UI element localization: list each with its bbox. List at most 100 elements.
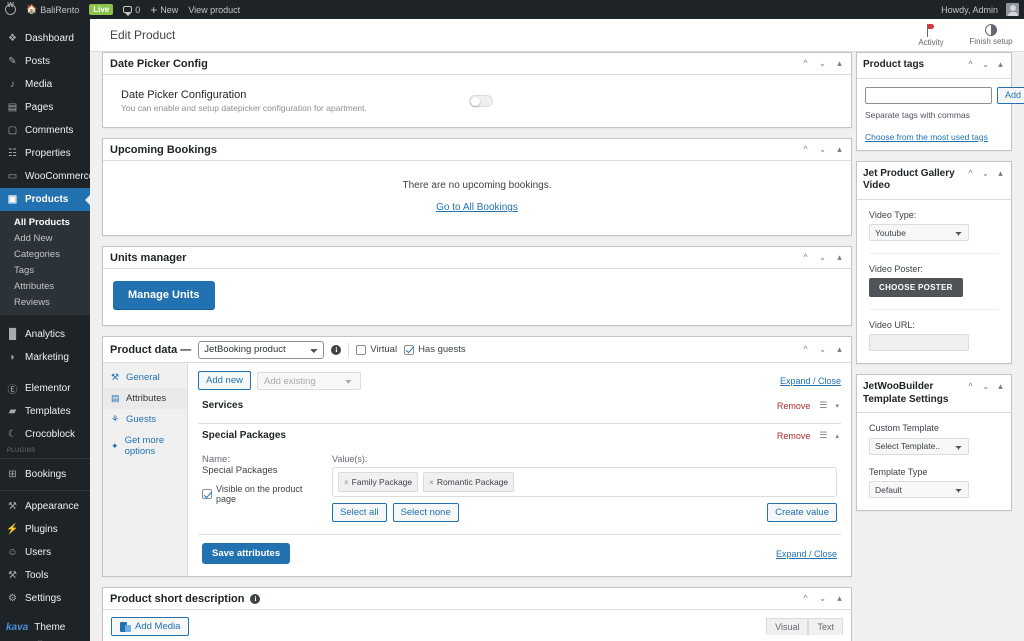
add-existing-attribute-select[interactable]: Add existing	[256, 371, 361, 390]
panel-header[interactable]: Product short description i ^ ⌄ ▴	[103, 588, 851, 610]
move-down-icon[interactable]: ⌄	[981, 60, 990, 69]
submenu-item-categories[interactable]: Categories	[0, 246, 90, 262]
product-tags-input[interactable]	[865, 86, 992, 104]
add-media-button[interactable]: Add Media	[111, 617, 190, 636]
video-type-select[interactable]: YoutubeVimeoSelf hosted	[869, 224, 969, 241]
sidebar-item-settings[interactable]: ⚙ Settings	[0, 587, 90, 610]
submenu-item-tags[interactable]: Tags	[0, 262, 90, 278]
attribute-values-input[interactable]: × Family Package × Romantic Package	[332, 467, 837, 497]
info-icon[interactable]: i	[250, 593, 261, 604]
move-down-icon[interactable]: ⌄	[818, 145, 827, 154]
tab-text[interactable]: Text	[808, 618, 843, 635]
move-up-icon[interactable]: ^	[966, 168, 975, 178]
comments-menu[interactable]: 0	[118, 0, 145, 19]
collapse-attribute-icon[interactable]: ▴	[835, 432, 839, 440]
sidebar-item-products[interactable]: ▣ Products	[0, 188, 90, 211]
manage-units-button[interactable]: Manage Units	[113, 281, 215, 309]
sidebar-item-appearance[interactable]: ⚒ Appearance	[0, 495, 90, 518]
product-data-tab-guests[interactable]: ⚘ Guests	[103, 409, 187, 430]
wordpress-logo-menu[interactable]	[0, 0, 21, 19]
toggle-panel-icon[interactable]: ▴	[996, 60, 1005, 69]
tab-visual[interactable]: Visual	[766, 618, 809, 635]
submenu-item-add-new[interactable]: Add New	[0, 230, 90, 246]
sidebar-item-pages[interactable]: ▤ Pages	[0, 96, 90, 119]
move-up-icon[interactable]: ^	[801, 594, 810, 603]
toggle-panel-icon[interactable]: ▴	[835, 253, 844, 262]
drag-handle-icon[interactable]: ☰	[819, 400, 827, 411]
sidebar-item-crocoblock[interactable]: ☾ Crocoblock	[0, 423, 90, 446]
move-up-icon[interactable]: ^	[801, 253, 810, 262]
custom-template-select[interactable]: Select Template..	[869, 437, 969, 455]
panel-header[interactable]: Upcoming Bookings ^ ⌄ ▴	[103, 139, 851, 161]
widget-header[interactable]: Product tags ^ ⌄ ▴	[857, 53, 1011, 79]
activity-button[interactable]: Activity	[908, 23, 954, 47]
add-tag-button[interactable]: Add	[997, 86, 1024, 104]
toggle-panel-icon[interactable]: ▴	[835, 145, 844, 154]
move-up-icon[interactable]: ^	[801, 345, 810, 354]
sidebar-item-plugins[interactable]: ⚡ Plugins	[0, 518, 90, 541]
product-type-select[interactable]: JetBooking productSimple productGrouped …	[198, 340, 325, 359]
visible-on-product-page-checkbox[interactable]: Visible on the product page	[202, 484, 320, 504]
sidebar-item-media[interactable]: ♪ Media	[0, 73, 90, 96]
product-data-tab-attributes[interactable]: ▤ Attributes	[103, 388, 187, 409]
toggle-panel-icon[interactable]: ▴	[835, 345, 844, 354]
submenu-item-reviews[interactable]: Reviews	[0, 294, 90, 310]
expand-close-link-top[interactable]: Expand / Close	[780, 376, 841, 386]
most-used-tags-link[interactable]: Choose from the most used tags	[865, 132, 1003, 142]
sidebar-item-templates[interactable]: ▰ Templates	[0, 400, 90, 423]
sidebar-item-bookings[interactable]: ⊞ Bookings	[0, 463, 90, 486]
choose-poster-button[interactable]: CHOOSE POSTER	[869, 278, 963, 297]
video-url-input[interactable]	[869, 334, 969, 351]
user-account-menu[interactable]: Howdy, Admin	[936, 0, 1024, 19]
drag-handle-icon[interactable]: ☰	[819, 430, 827, 441]
template-type-select[interactable]: DefaultCustom	[869, 481, 969, 498]
sidebar-item-dashboard[interactable]: ❖ Dashboard	[0, 27, 90, 50]
toggle-panel-icon[interactable]: ▴	[835, 594, 844, 603]
attribute-value-token[interactable]: × Family Package	[338, 472, 419, 492]
sidebar-item-woocommerce[interactable]: ▭ WooCommerce	[0, 165, 90, 188]
move-down-icon[interactable]: ⌄	[818, 345, 827, 354]
go-to-all-bookings-link[interactable]: Go to All Bookings	[113, 202, 841, 213]
move-up-icon[interactable]: ^	[801, 145, 810, 154]
datepicker-toggle-switch[interactable]	[469, 95, 493, 107]
move-down-icon[interactable]: ⌄	[818, 253, 827, 262]
select-all-button[interactable]: Select all	[332, 503, 387, 522]
remove-attribute-link[interactable]: Remove	[777, 401, 811, 411]
create-value-button[interactable]: Create value	[767, 503, 837, 522]
sidebar-item-posts[interactable]: ✎ Posts	[0, 50, 90, 73]
widget-header[interactable]: Jet Product Gallery Video ^ ⌄ ▴	[857, 162, 1011, 200]
sidebar-item-analytics[interactable]: █ Analytics	[0, 323, 90, 346]
sidebar-item-theme[interactable]: kava Theme	[0, 616, 90, 639]
remove-token-icon[interactable]: ×	[344, 478, 349, 487]
move-down-icon[interactable]: ⌄	[981, 382, 990, 391]
sidebar-item-elementor[interactable]: Ⓔ Elementor	[0, 377, 90, 400]
toggle-panel-icon[interactable]: ▴	[996, 168, 1005, 178]
remove-attribute-link[interactable]: Remove	[777, 431, 811, 441]
panel-header[interactable]: Date Picker Config ^ ⌄ ▴	[103, 53, 851, 75]
sidebar-item-tools[interactable]: ⚒ Tools	[0, 564, 90, 587]
select-none-button[interactable]: Select none	[392, 503, 459, 522]
move-up-icon[interactable]: ^	[966, 382, 975, 391]
attribute-value-token[interactable]: × Romantic Package	[423, 472, 515, 492]
move-up-icon[interactable]: ^	[966, 60, 975, 69]
move-down-icon[interactable]: ⌄	[981, 168, 990, 178]
save-attributes-button[interactable]: Save attributes	[202, 543, 291, 564]
view-product-link[interactable]: View product	[183, 0, 245, 19]
widget-header[interactable]: JetWooBuilder Template Settings ^ ⌄ ▴	[857, 375, 1011, 413]
product-data-tab-get-more-options[interactable]: ✦ Get more options	[103, 430, 187, 462]
submenu-item-all-products[interactable]: All Products	[0, 214, 90, 230]
panel-header[interactable]: Units manager ^ ⌄ ▴	[103, 247, 851, 269]
expand-attribute-icon[interactable]: ▾	[835, 402, 839, 410]
virtual-checkbox[interactable]: Virtual	[356, 344, 397, 355]
sidebar-item-comments[interactable]: ▢ Comments	[0, 119, 90, 142]
has-guests-checkbox[interactable]: Has guests	[404, 344, 466, 355]
submenu-item-attributes[interactable]: Attributes	[0, 278, 90, 294]
sidebar-item-properties[interactable]: ☷ Properties	[0, 142, 90, 165]
new-content-menu[interactable]: + New	[145, 0, 183, 19]
move-up-icon[interactable]: ^	[801, 59, 810, 68]
remove-token-icon[interactable]: ×	[429, 478, 434, 487]
product-data-tab-general[interactable]: ⚒ General	[103, 367, 187, 388]
sidebar-item-marketing[interactable]: ◗ Marketing	[0, 346, 90, 369]
add-new-attribute-button[interactable]: Add new	[198, 371, 251, 390]
move-down-icon[interactable]: ⌄	[818, 594, 827, 603]
